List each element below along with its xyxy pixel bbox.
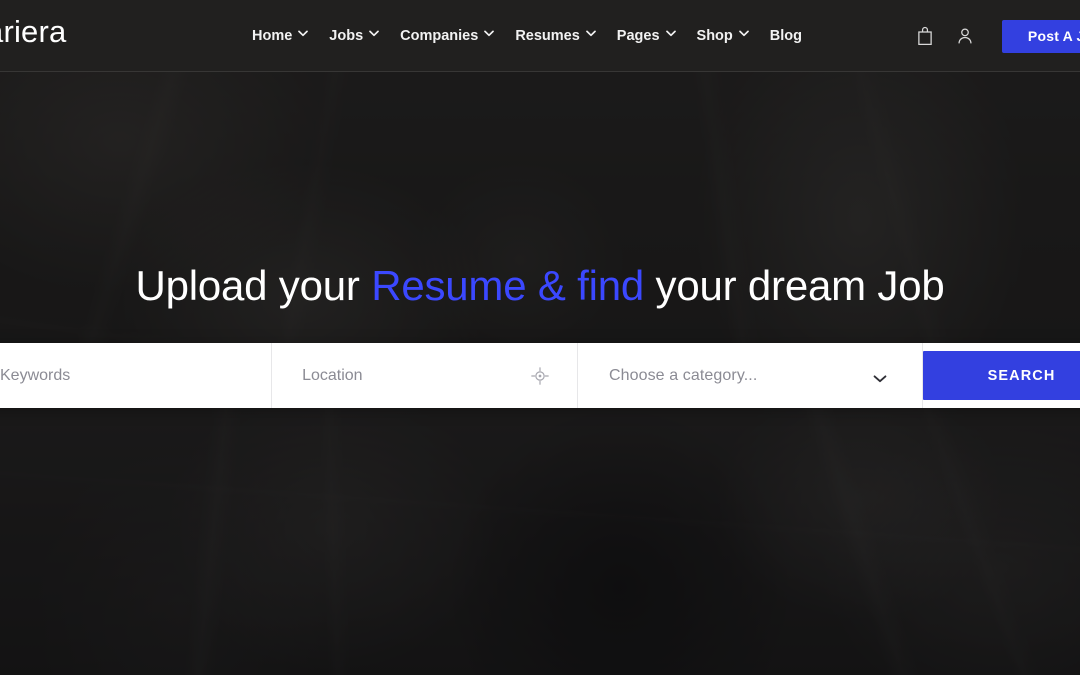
- header-actions: Post A Job: [914, 0, 1080, 72]
- chevron-down-icon: [585, 30, 596, 39]
- nav-item-companies[interactable]: Companies: [400, 28, 495, 44]
- hero-heading-part-2: your dream Job: [644, 262, 945, 309]
- main-navigation: Home Jobs Companies Resumes Pages Shop B…: [252, 0, 802, 72]
- nav-item-shop-label: Shop: [696, 28, 733, 44]
- chevron-down-icon: [298, 30, 309, 39]
- site-logo[interactable]: ariera: [0, 14, 66, 50]
- search-button-area: SEARCH: [923, 343, 1080, 408]
- keywords-field[interactable]: [0, 343, 273, 408]
- site-header: ariera Home Jobs Companies: [0, 0, 1080, 72]
- hero-heading-part-1: Upload your: [135, 262, 372, 309]
- chevron-down-icon: [484, 30, 495, 39]
- hero-lower-photo: [0, 408, 1080, 675]
- crosshair-locate-icon[interactable]: [531, 366, 549, 385]
- nav-item-blog[interactable]: Blog: [770, 28, 802, 44]
- search-keywords-input[interactable]: [0, 366, 272, 385]
- hero-heading: Upload your Resume & find your dream Job: [0, 262, 1080, 310]
- nav-item-pages[interactable]: Pages: [616, 28, 676, 44]
- nav-item-shop[interactable]: Shop: [696, 28, 749, 44]
- chevron-down-icon: [665, 30, 676, 39]
- chevron-down-icon: [738, 30, 749, 39]
- nav-item-resumes[interactable]: Resumes: [515, 28, 596, 44]
- nav-item-pages-label: Pages: [616, 28, 660, 44]
- job-search-bar: Choose a category... SEARCH: [0, 343, 1080, 408]
- nav-item-resumes-label: Resumes: [515, 28, 580, 44]
- post-a-job-button[interactable]: Post A Job: [1001, 19, 1080, 53]
- job-board-landing-page: ariera Home Jobs Companies: [0, 0, 1080, 675]
- nav-item-companies-label: Companies: [400, 28, 479, 44]
- nav-item-jobs-label: Jobs: [329, 28, 364, 44]
- user-account-icon[interactable]: [954, 24, 976, 48]
- chevron-down-icon[interactable]: [873, 371, 887, 382]
- chevron-down-icon: [369, 30, 379, 39]
- location-field[interactable]: [272, 343, 578, 408]
- nav-item-home-label: Home: [252, 28, 293, 44]
- category-selected-value: Choose a category...: [608, 366, 758, 384]
- nav-item-jobs[interactable]: Jobs: [329, 28, 379, 44]
- hero-lower-detail-overlay: [0, 408, 1080, 675]
- shopping-bag-icon[interactable]: [914, 24, 936, 48]
- hero-lower-photo-band: [0, 408, 1080, 675]
- nav-item-blog-label: Blog: [769, 28, 802, 44]
- hero-heading-accent: Resume & find: [371, 262, 645, 309]
- search-button[interactable]: SEARCH: [923, 351, 1080, 400]
- nav-item-home[interactable]: Home: [252, 28, 309, 44]
- category-select-field[interactable]: Choose a category...: [578, 343, 923, 408]
